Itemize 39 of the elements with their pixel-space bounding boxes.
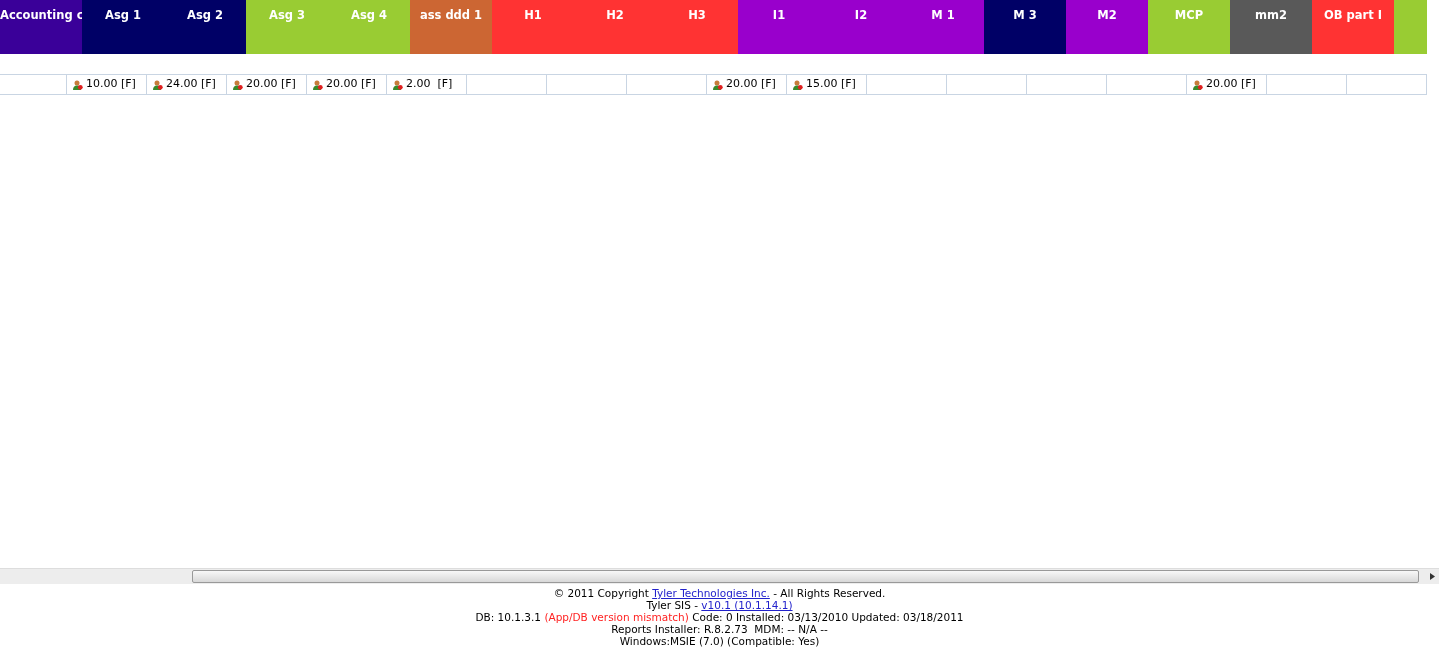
footer-link[interactable]: Tyler Technologies Inc. [652, 587, 770, 599]
column-header[interactable]: OB part I [1312, 0, 1394, 54]
footer-text: Windows:MSIE (7.0) (Compatible: Yes) [619, 635, 820, 647]
student-icon [313, 79, 323, 90]
footer-link[interactable]: v10.1 (10.1.14.1) [701, 599, 793, 611]
column-header[interactable]: H2 [574, 0, 656, 54]
student-icon [233, 79, 243, 90]
scrollbar-thumb[interactable] [192, 570, 1419, 583]
footer-text: Reports Installer: R.8.2.73 MDM: -- N/A -- [611, 623, 828, 635]
scroll-right-icon[interactable] [1430, 573, 1435, 580]
column-header[interactable]: mm2 [1230, 0, 1312, 54]
student-icon [713, 79, 723, 90]
student-icon [153, 79, 163, 90]
footer-text: © 2011 Copyright Tyler Technologies Inc. - All Rights Reserved. [553, 587, 886, 599]
column-header[interactable]: I2 [820, 0, 902, 54]
score-text: 2.00 [F] [406, 76, 453, 93]
score-text: 24.00 [F] [166, 76, 216, 93]
score-text: 20.00 [F] [246, 76, 296, 93]
score-text: 15.00 [F] [806, 76, 856, 93]
student-icon [793, 79, 803, 90]
column-header[interactable]: M 1 [902, 0, 984, 54]
column-header[interactable]: I1 [738, 0, 820, 54]
student-icon [1193, 79, 1203, 90]
column-header[interactable]: M 3 [984, 0, 1066, 54]
column-header[interactable]: M2 [1066, 0, 1148, 54]
student-icon [393, 79, 403, 90]
footer-text: Tyler SIS - v10.1 (10.1.14.1) [646, 599, 793, 611]
column-header[interactable]: H3 [656, 0, 738, 54]
score-text: 20.00 [F] [726, 76, 776, 93]
footer-text: DB: 10.1.3.1 (App/DB version mismatch) Code: 0 Installed: 03/13/2010 Updated: 03/18/2011 [475, 611, 964, 623]
score-text: 20.00 [F] [1206, 76, 1256, 93]
score-text: 20.00 [F] [326, 76, 376, 93]
column-header[interactable]: H1 [492, 0, 574, 54]
column-header[interactable]: ass ddd 1 [410, 0, 492, 54]
student-icon [73, 79, 83, 90]
score-text: 10.00 [F] [86, 76, 136, 93]
horizontal-scrollbar[interactable] [0, 568, 1439, 584]
column-header[interactable]: Asg 2 [164, 0, 246, 54]
column-header[interactable]: Asg 1 [82, 0, 164, 54]
